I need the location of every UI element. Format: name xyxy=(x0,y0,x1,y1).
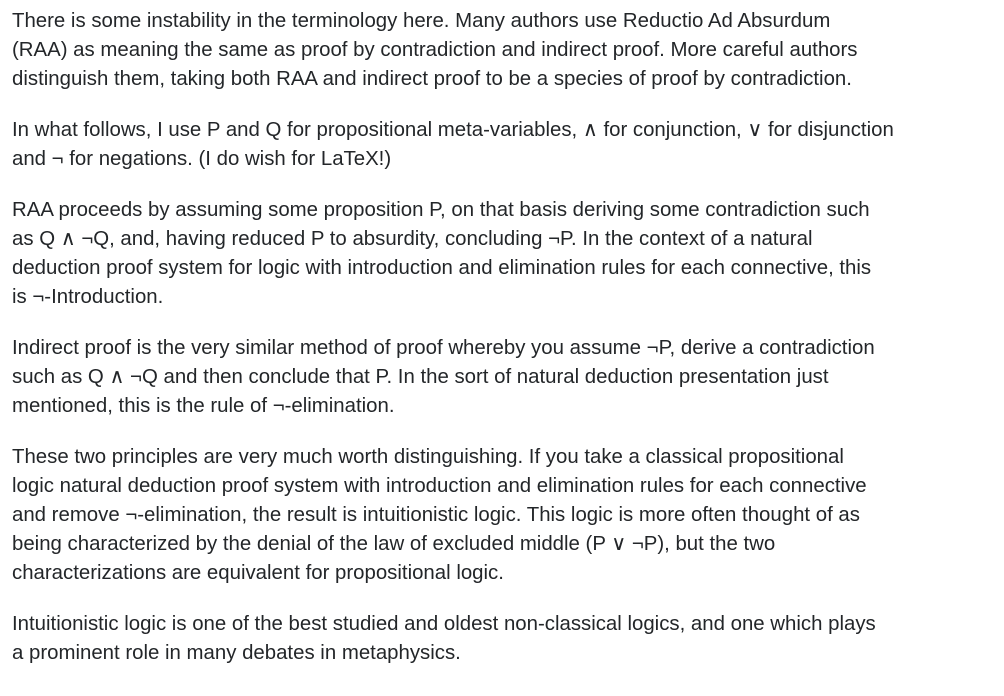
text-line: There is some instability in the termino… xyxy=(12,10,831,32)
text-line: logic natural deduction proof system wit… xyxy=(12,475,867,497)
text-line: is ¬-Introduction. xyxy=(12,286,164,308)
text-line: and remove ¬-elimination, the result is … xyxy=(12,504,860,526)
text-line: as Q ∧ ¬Q, and, having reduced P to absu… xyxy=(12,228,813,250)
paragraph-indirect-proof: Indirect proof is the very similar metho… xyxy=(12,334,1002,421)
text-line: mentioned, this is the rule of ¬-elimina… xyxy=(12,395,395,417)
text-line: These two principles are very much worth… xyxy=(12,446,844,468)
paragraph-intuitionistic: Intuitionistic logic is one of the best … xyxy=(12,610,1002,668)
text-line: distinguish them, taking both RAA and in… xyxy=(12,68,852,90)
paragraph-terminology: There is some instability in the termino… xyxy=(12,7,1002,94)
text-line: (RAA) as meaning the same as proof by co… xyxy=(12,39,858,61)
paragraph-distinguishing: These two principles are very much worth… xyxy=(12,443,1002,588)
text-line: In what follows, I use P and Q for propo… xyxy=(12,119,894,141)
text-line: such as Q ∧ ¬Q and then conclude that P.… xyxy=(12,366,829,388)
text-line: being characterized by the denial of the… xyxy=(12,533,776,555)
text-line: Intuitionistic logic is one of the best … xyxy=(12,613,876,635)
text-line: and ¬ for negations. (I do wish for LaTe… xyxy=(12,148,392,170)
text-line: a prominent role in many debates in meta… xyxy=(12,642,461,664)
text-line: Indirect proof is the very similar metho… xyxy=(12,337,875,359)
paragraph-raa: RAA proceeds by assuming some propositio… xyxy=(12,196,1002,312)
text-line: characterizations are equivalent for pro… xyxy=(12,562,504,584)
text-line: RAA proceeds by assuming some propositio… xyxy=(12,199,870,221)
text-line: deduction proof system for logic with in… xyxy=(12,257,872,279)
paragraph-notation: In what follows, I use P and Q for propo… xyxy=(12,116,1002,174)
answer-body: There is some instability in the termino… xyxy=(12,7,1002,690)
